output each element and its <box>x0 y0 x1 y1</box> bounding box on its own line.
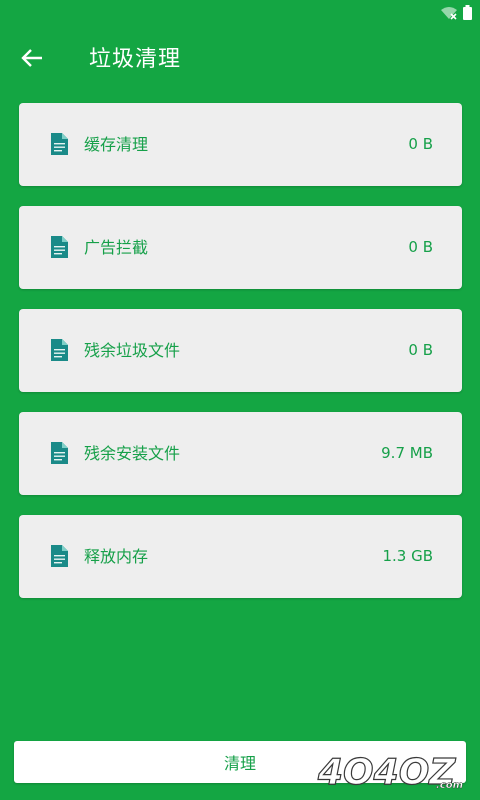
document-icon <box>51 545 68 567</box>
document-icon <box>51 133 68 155</box>
item-size: 9.7 MB <box>381 444 433 462</box>
item-size: 0 B <box>408 238 433 256</box>
item-size: 1.3 GB <box>382 547 433 565</box>
clean-button[interactable]: 清理 <box>14 741 466 783</box>
wifi-off-icon <box>440 5 458 24</box>
status-bar <box>0 0 480 26</box>
battery-icon <box>463 5 472 24</box>
list-item-free-memory[interactable]: 释放内存 1.3 GB <box>19 515 462 598</box>
item-label: 广告拦截 <box>84 238 149 257</box>
list-item-cache-clean[interactable]: 缓存清理 0 B <box>19 103 462 186</box>
page-title: 垃圾清理 <box>89 47 182 72</box>
item-label: 释放内存 <box>84 547 149 566</box>
item-label: 缓存清理 <box>84 135 149 154</box>
item-size: 0 B <box>408 135 433 153</box>
status-icons <box>440 5 472 24</box>
toolbar: 垃圾清理 <box>0 30 480 90</box>
cleanup-list: 缓存清理 0 B 广告拦截 0 B 残余垃圾文件 0 B 残余安装文件 9.7 … <box>19 103 462 618</box>
document-icon <box>51 236 68 258</box>
back-button[interactable] <box>16 44 48 76</box>
list-item-ad-block[interactable]: 广告拦截 0 B <box>19 206 462 289</box>
document-icon <box>51 442 68 464</box>
list-item-residual-junk[interactable]: 残余垃圾文件 0 B <box>19 309 462 392</box>
junk-cleaner-screen: 垃圾清理 缓存清理 0 B 广告拦截 0 B 残余垃圾文件 0 B 残余安装文件… <box>0 0 480 800</box>
item-label: 残余垃圾文件 <box>84 341 181 360</box>
list-item-residual-install[interactable]: 残余安装文件 9.7 MB <box>19 412 462 495</box>
document-icon <box>51 339 68 361</box>
item-size: 0 B <box>408 341 433 359</box>
item-label: 残余安装文件 <box>84 444 181 463</box>
arrow-back-icon <box>21 49 43 71</box>
